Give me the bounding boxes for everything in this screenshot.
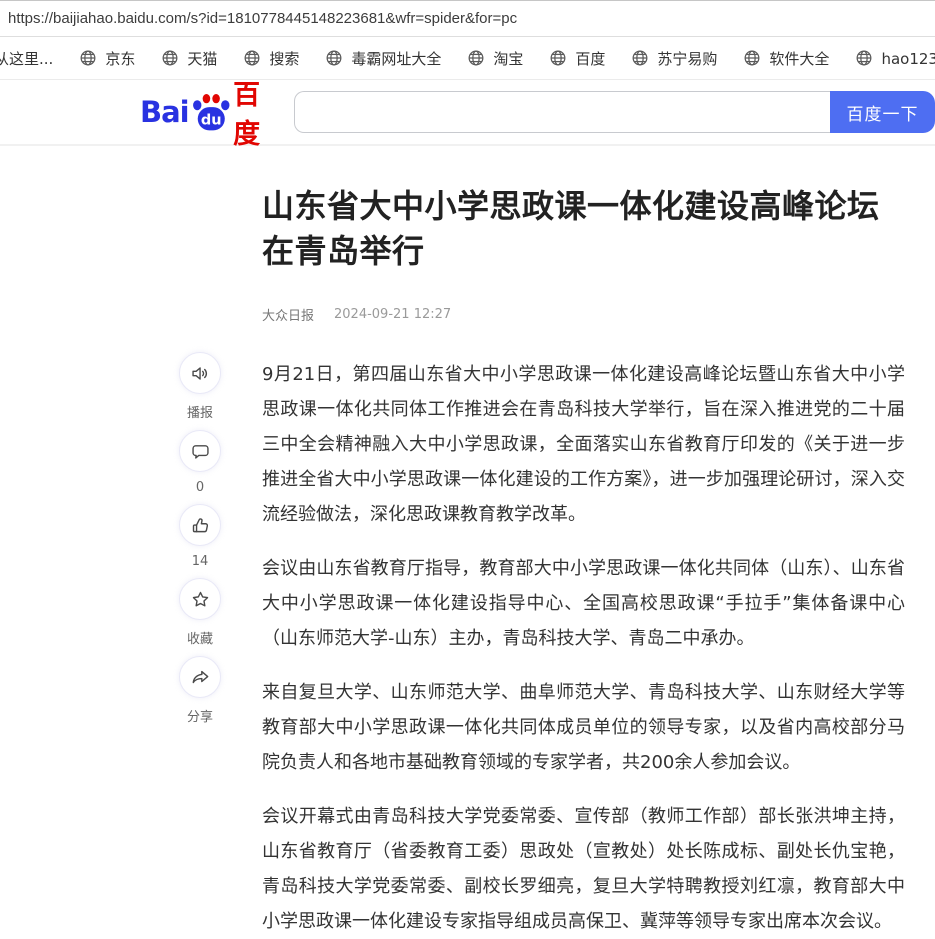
bookmark-label: 搜索 — [269, 48, 299, 69]
bookmark-label: 从这里... — [0, 48, 53, 69]
bookmark-item[interactable]: 苏宁易购 — [630, 48, 717, 69]
globe-icon — [324, 48, 344, 68]
page-url[interactable]: https://baijiahao.baidu.com/s?id=1810778… — [8, 10, 517, 27]
baidu-paw-icon: du — [190, 92, 233, 132]
bookmark-item[interactable]: 毒霸网址大全 — [324, 48, 441, 69]
bookmark-label: 天猫 — [187, 48, 217, 69]
speaker-icon — [179, 352, 221, 394]
article-title: 山东省大中小学思政课一体化建设高峰论坛在青岛举行 — [262, 184, 902, 274]
article-meta: 大众日报 2024-09-21 12:27 — [262, 305, 905, 324]
globe-icon — [742, 48, 762, 68]
globe-icon — [854, 48, 874, 68]
action-label: 收藏 — [187, 628, 213, 647]
globe-icon — [630, 48, 650, 68]
comments-button[interactable]: 0 — [179, 430, 221, 495]
logo-bai-text: Bai — [140, 95, 189, 129]
bookmark-label: 苏宁易购 — [657, 48, 717, 69]
article-paragraph: 会议开幕式由青岛科技大学党委常委、宣传部（教师工作部）部长张洪坤主持，山东省教育… — [262, 799, 905, 939]
like-button[interactable]: 14 — [179, 504, 221, 569]
bookmark-label: 京东 — [105, 48, 135, 69]
globe-icon — [466, 48, 486, 68]
comment-icon — [179, 430, 221, 472]
globe-icon — [78, 48, 98, 68]
logo-cn-text: 百度 — [233, 73, 285, 151]
article-paragraph: 来自复旦大学、山东师范大学、曲阜师范大学、青岛科技大学、山东财经大学等教育部大中… — [262, 675, 905, 780]
article-publish-time: 2024-09-21 12:27 — [334, 307, 451, 322]
article-paragraph: 会议由山东省教育厅指导，教育部大中小学思政课一体化共同体（山东）、山东省大中小学… — [262, 551, 905, 656]
bookmark-label: 百度 — [575, 48, 605, 69]
article-page: 山东省大中小学思政课一体化建设高峰论坛在青岛举行 大众日报 2024-09-21… — [0, 146, 935, 939]
favorite-button[interactable]: 收藏 — [179, 578, 221, 647]
globe-icon — [242, 48, 262, 68]
action-sidebar: 播报 0 14 收藏 分享 — [176, 352, 224, 734]
bookmark-label: 毒霸网址大全 — [351, 48, 441, 69]
star-icon — [179, 578, 221, 620]
article-source[interactable]: 大众日报 — [262, 305, 314, 324]
baidu-header: Bai du 百度 百度一下 — [0, 80, 935, 146]
comment-count: 0 — [196, 480, 204, 495]
share-button[interactable]: 分享 — [179, 656, 221, 725]
broadcast-button[interactable]: 播报 — [179, 352, 221, 421]
baidu-logo[interactable]: Bai du 百度 — [140, 73, 285, 151]
search-bar: 百度一下 — [294, 91, 935, 133]
bookmark-item[interactable]: 百度 — [548, 48, 605, 69]
bookmark-label: 淘宝 — [493, 48, 523, 69]
bookmark-item[interactable]: 软件大全 — [742, 48, 829, 69]
bookmark-item[interactable]: 天猫 — [160, 48, 217, 69]
bookmark-label: hao123导航 — [881, 48, 935, 69]
share-icon — [179, 656, 221, 698]
bookmark-item[interactable]: hao123导航 — [854, 48, 935, 69]
thumbs-up-icon — [179, 504, 221, 546]
action-label: 播报 — [187, 402, 213, 421]
bookmark-item[interactable]: 淘宝 — [466, 48, 523, 69]
globe-icon — [160, 48, 180, 68]
browser-address-bar[interactable]: https://baijiahao.baidu.com/s?id=1810778… — [0, 0, 935, 37]
globe-icon — [548, 48, 568, 68]
article-paragraph: 9月21日，第四届山东省大中小学思政课一体化建设高峰论坛暨山东省大中小学思政课一… — [262, 357, 905, 532]
like-count: 14 — [192, 554, 209, 569]
bookmark-item[interactable]: 搜索 — [242, 48, 299, 69]
bookmark-item[interactable]: 从这里... — [0, 48, 53, 69]
action-label: 分享 — [187, 706, 213, 725]
bookmark-label: 软件大全 — [769, 48, 829, 69]
baidu-search-button[interactable]: 百度一下 — [830, 91, 935, 133]
logo-du-text: du — [201, 113, 222, 129]
search-input[interactable] — [294, 91, 830, 133]
bookmark-item[interactable]: 京东 — [78, 48, 135, 69]
